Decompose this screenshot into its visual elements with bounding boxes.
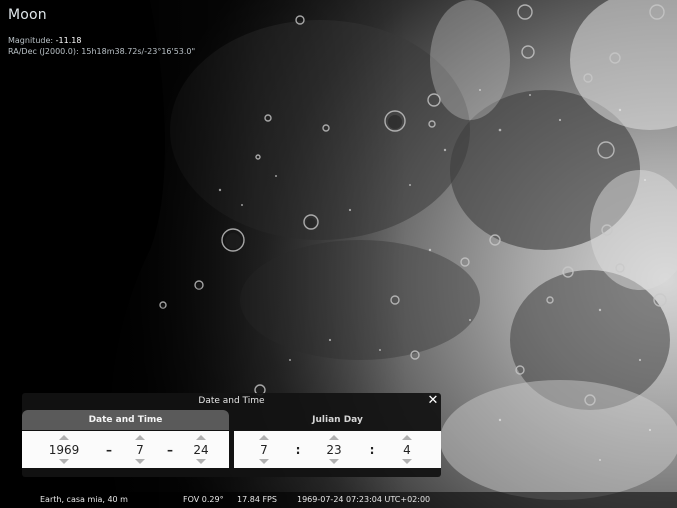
triangle-up-icon[interactable] — [402, 435, 412, 440]
triangle-down-icon[interactable] — [259, 459, 269, 464]
year-value[interactable]: 1969 — [39, 443, 89, 457]
magnitude-line: Magnitude: -11.18 — [8, 36, 81, 45]
triangle-down-icon[interactable] — [402, 459, 412, 464]
hour-spinbox[interactable]: 7 — [249, 431, 279, 468]
time-panel: 7 : 23 : 4 — [234, 431, 441, 468]
triangle-down-icon[interactable] — [135, 459, 145, 464]
date-time-dialog: Date and Time ✕ Date and Time Julian Day… — [22, 393, 441, 477]
minute-spinbox[interactable]: 23 — [319, 431, 349, 468]
second-spinbox[interactable]: 4 — [392, 431, 422, 468]
second-value[interactable]: 4 — [382, 443, 432, 457]
fps-status: 17.84 FPS — [237, 495, 277, 504]
close-icon[interactable]: ✕ — [426, 394, 440, 408]
triangle-up-icon[interactable] — [329, 435, 339, 440]
triangle-up-icon[interactable] — [259, 435, 269, 440]
datetime-status[interactable]: 1969-07-24 07:23:04 UTC+02:00 — [297, 495, 430, 504]
triangle-up-icon[interactable] — [196, 435, 206, 440]
day-spinbox[interactable]: 24 — [186, 431, 216, 468]
radec-label: RA/Dec (J2000.0): — [8, 47, 79, 56]
magnitude-label: Magnitude: — [8, 36, 54, 45]
dialog-title[interactable]: Date and Time — [22, 393, 441, 409]
tab-date-and-time[interactable]: Date and Time — [22, 410, 229, 430]
time-separator: : — [369, 443, 375, 457]
minute-value[interactable]: 23 — [309, 443, 359, 457]
day-value[interactable]: 24 — [176, 443, 226, 457]
time-separator: : — [295, 443, 301, 457]
triangle-down-icon[interactable] — [196, 459, 206, 464]
date-panel: 1969 – 7 – 24 — [22, 431, 229, 468]
month-value[interactable]: 7 — [115, 443, 165, 457]
month-spinbox[interactable]: 7 — [125, 431, 155, 468]
object-name: Moon — [8, 7, 47, 23]
radec-line: RA/Dec (J2000.0): 15h18m38.72s/-23°16'53… — [8, 47, 195, 56]
magnitude-value: -11.18 — [55, 36, 82, 45]
triangle-up-icon[interactable] — [59, 435, 69, 440]
date-separator: – — [106, 443, 112, 457]
fov-status: FOV 0.29° — [183, 495, 224, 504]
triangle-up-icon[interactable] — [135, 435, 145, 440]
triangle-down-icon[interactable] — [59, 459, 69, 464]
triangle-down-icon[interactable] — [329, 459, 339, 464]
year-spinbox[interactable]: 1969 — [49, 431, 79, 468]
radec-value: 15h18m38.72s/-23°16'53.0" — [81, 47, 196, 56]
date-separator: – — [167, 443, 173, 457]
status-bar: Earth, casa mia, 40 m FOV 0.29° 17.84 FP… — [0, 492, 677, 508]
hour-value[interactable]: 7 — [239, 443, 289, 457]
tab-julian-day[interactable]: Julian Day — [234, 410, 441, 430]
location-status[interactable]: Earth, casa mia, 40 m — [40, 495, 128, 504]
